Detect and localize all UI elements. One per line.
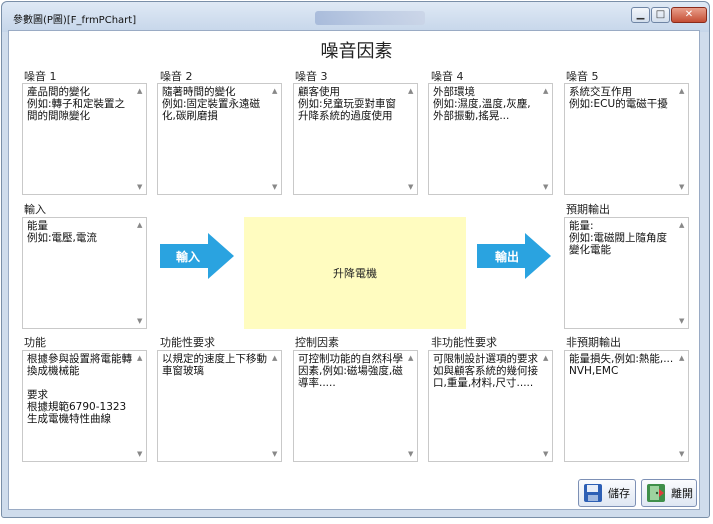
noise-4-textarea[interactable]: 外部環境 例如:濕度,溫度,灰塵,外部振動,搖晃... ▲ ▼ bbox=[428, 83, 553, 195]
expected-output-label: 預期輸出 bbox=[566, 203, 610, 216]
unexpected-output-scrollbar[interactable]: ▲ ▼ bbox=[677, 351, 688, 461]
non-functional-requirement-scrollbar[interactable]: ▲ ▼ bbox=[541, 351, 552, 461]
exit-door-icon bbox=[647, 484, 665, 502]
exit-button-label: 離開 bbox=[671, 487, 693, 500]
control-factor-textarea[interactable]: 可控制功能的自然科學因素,例如:磁場強度,磁導率..... ▲ ▼ bbox=[293, 350, 418, 462]
noise-5-scrollbar[interactable]: ▲ ▼ bbox=[677, 84, 688, 194]
input-line-2: 例如:電壓,電流 bbox=[27, 232, 97, 244]
control-factor-label: 控制因素 bbox=[295, 336, 339, 349]
close-button[interactable]: ✕ bbox=[671, 7, 707, 23]
input-arrow-icon: 輸入 bbox=[160, 233, 234, 279]
expected-output-textarea[interactable]: 能量: 例如:電磁閥上隨角度變化電能 ▲ ▼ bbox=[564, 217, 689, 329]
minimize-button[interactable]: ▁ bbox=[631, 7, 650, 23]
function-blank-line bbox=[27, 377, 132, 389]
noise-1-line-1: 產品間的變化 bbox=[27, 86, 90, 98]
floppy-disk-icon bbox=[584, 484, 602, 502]
functional-requirement-scrollbar[interactable]: ▲ ▼ bbox=[270, 351, 281, 461]
noise-3-label: 噪音 3 bbox=[295, 70, 328, 83]
control-factor-scrollbar[interactable]: ▲ ▼ bbox=[406, 351, 417, 461]
non-functional-requirement-line-1: 可限制設計選項的要求如與顧客系統的幾何接口,重量,材料,尺寸..... bbox=[433, 353, 538, 389]
functional-requirement-label: 功能性要求 bbox=[160, 336, 215, 349]
noise-5-line-1: 系統交互作用 bbox=[569, 86, 632, 98]
non-functional-requirement-textarea[interactable]: 可限制設計選項的要求如與顧客系統的幾何接口,重量,材料,尺寸..... ▲ ▼ bbox=[428, 350, 553, 462]
expected-output-scrollbar[interactable]: ▲ ▼ bbox=[677, 218, 688, 328]
output-arrow-label: 輸出 bbox=[495, 249, 519, 264]
noise-2-line-2: 例如:固定裝置永遠磁化,碳刷磨損 bbox=[162, 98, 261, 122]
function-line-3: 要求 bbox=[27, 389, 48, 401]
noise-1-line-2: 例如:轉子和定裝置之間的間隙變化 bbox=[27, 98, 126, 122]
function-line-1: 根據參與設置將電能轉換成機械能 bbox=[27, 353, 132, 377]
noise-3-line-1: 顧客使用 bbox=[298, 86, 340, 98]
output-arrow-icon: 輸出 bbox=[477, 233, 551, 279]
unexpected-output-line-1: 能量損失,例如:熱能,...NVH,EMC bbox=[569, 353, 674, 377]
noise-3-line-2: 例如:兒童玩耍對車窗升降系統的過度使用 bbox=[298, 98, 397, 122]
noise-3-textarea[interactable]: 顧客使用 例如:兒童玩耍對車窗升降系統的過度使用 ▲ ▼ bbox=[293, 83, 418, 195]
noise-2-line-1: 隨著時間的變化 bbox=[162, 86, 236, 98]
page-title: 噪音因素 bbox=[320, 41, 393, 62]
save-button[interactable]: 儲存 bbox=[578, 479, 636, 507]
noise-4-label: 噪音 4 bbox=[431, 70, 464, 83]
control-factor-line-1: 可控制功能的自然科學因素,例如:磁場強度,磁導率..... bbox=[298, 353, 403, 389]
save-button-label: 儲存 bbox=[608, 487, 630, 500]
input-scrollbar[interactable]: ▲ ▼ bbox=[135, 218, 146, 328]
title-bar: 參數圖(P圖)[F_frmPChart] ▁ □ ✕ bbox=[2, 2, 709, 32]
functional-requirement-textarea[interactable]: 以規定的速度上下移動車窗玻璃 ▲ ▼ bbox=[157, 350, 282, 462]
noise-1-textarea[interactable]: 產品間的變化 例如:轉子和定裝置之間的間隙變化 ▲ ▼ bbox=[22, 83, 147, 195]
system-name: 升降電機 bbox=[333, 267, 377, 280]
noise-5-label: 噪音 5 bbox=[566, 70, 599, 83]
function-line-4: 根據規範6790-1323生成電機特性曲線 bbox=[27, 401, 127, 425]
non-functional-requirement-label: 非功能性要求 bbox=[431, 336, 497, 349]
noise-2-textarea[interactable]: 隨著時間的變化 例如:固定裝置永遠磁化,碳刷磨損 ▲ ▼ bbox=[157, 83, 282, 195]
noise-2-label: 噪音 2 bbox=[160, 70, 193, 83]
unexpected-output-label: 非預期輸出 bbox=[566, 336, 621, 349]
noise-5-textarea[interactable]: 系統交互作用 例如:ECU的電磁干擾 ▲ ▼ bbox=[564, 83, 689, 195]
noise-4-line-2: 例如:濕度,溫度,灰塵,外部振動,搖晃... bbox=[433, 98, 531, 122]
input-line-1: 能量 bbox=[27, 220, 48, 232]
input-arrow-label: 輸入 bbox=[176, 249, 200, 264]
input-textarea[interactable]: 能量 例如:電壓,電流 ▲ ▼ bbox=[22, 217, 147, 329]
noise-4-scrollbar[interactable]: ▲ ▼ bbox=[541, 84, 552, 194]
noise-1-label: 噪音 1 bbox=[24, 70, 57, 83]
maximize-button[interactable]: □ bbox=[651, 7, 670, 23]
function-label: 功能 bbox=[24, 336, 46, 349]
blurred-taskbar-region bbox=[315, 11, 425, 25]
noise-2-scrollbar[interactable]: ▲ ▼ bbox=[270, 84, 281, 194]
function-textarea[interactable]: 根據參與設置將電能轉換成機械能 要求 根據規範6790-1323生成電機特性曲線… bbox=[22, 350, 147, 462]
expected-output-line-2: 例如:電磁閥上隨角度變化電能 bbox=[569, 232, 668, 256]
noise-3-scrollbar[interactable]: ▲ ▼ bbox=[406, 84, 417, 194]
window-title: 參數圖(P圖)[F_frmPChart] bbox=[13, 15, 137, 26]
noise-1-scrollbar[interactable]: ▲ ▼ bbox=[135, 84, 146, 194]
expected-output-line-1: 能量: bbox=[569, 220, 594, 232]
noise-4-line-1: 外部環境 bbox=[433, 86, 475, 98]
exit-button[interactable]: 離開 bbox=[641, 479, 697, 507]
noise-5-line-2: 例如:ECU的電磁干擾 bbox=[569, 98, 668, 110]
function-scrollbar[interactable]: ▲ ▼ bbox=[135, 351, 146, 461]
functional-requirement-line-1: 以規定的速度上下移動車窗玻璃 bbox=[162, 353, 267, 377]
unexpected-output-textarea[interactable]: 能量損失,例如:熱能,...NVH,EMC ▲ ▼ bbox=[564, 350, 689, 462]
system-block: 升降電機 bbox=[244, 217, 466, 329]
input-label: 輸入 bbox=[24, 203, 46, 216]
